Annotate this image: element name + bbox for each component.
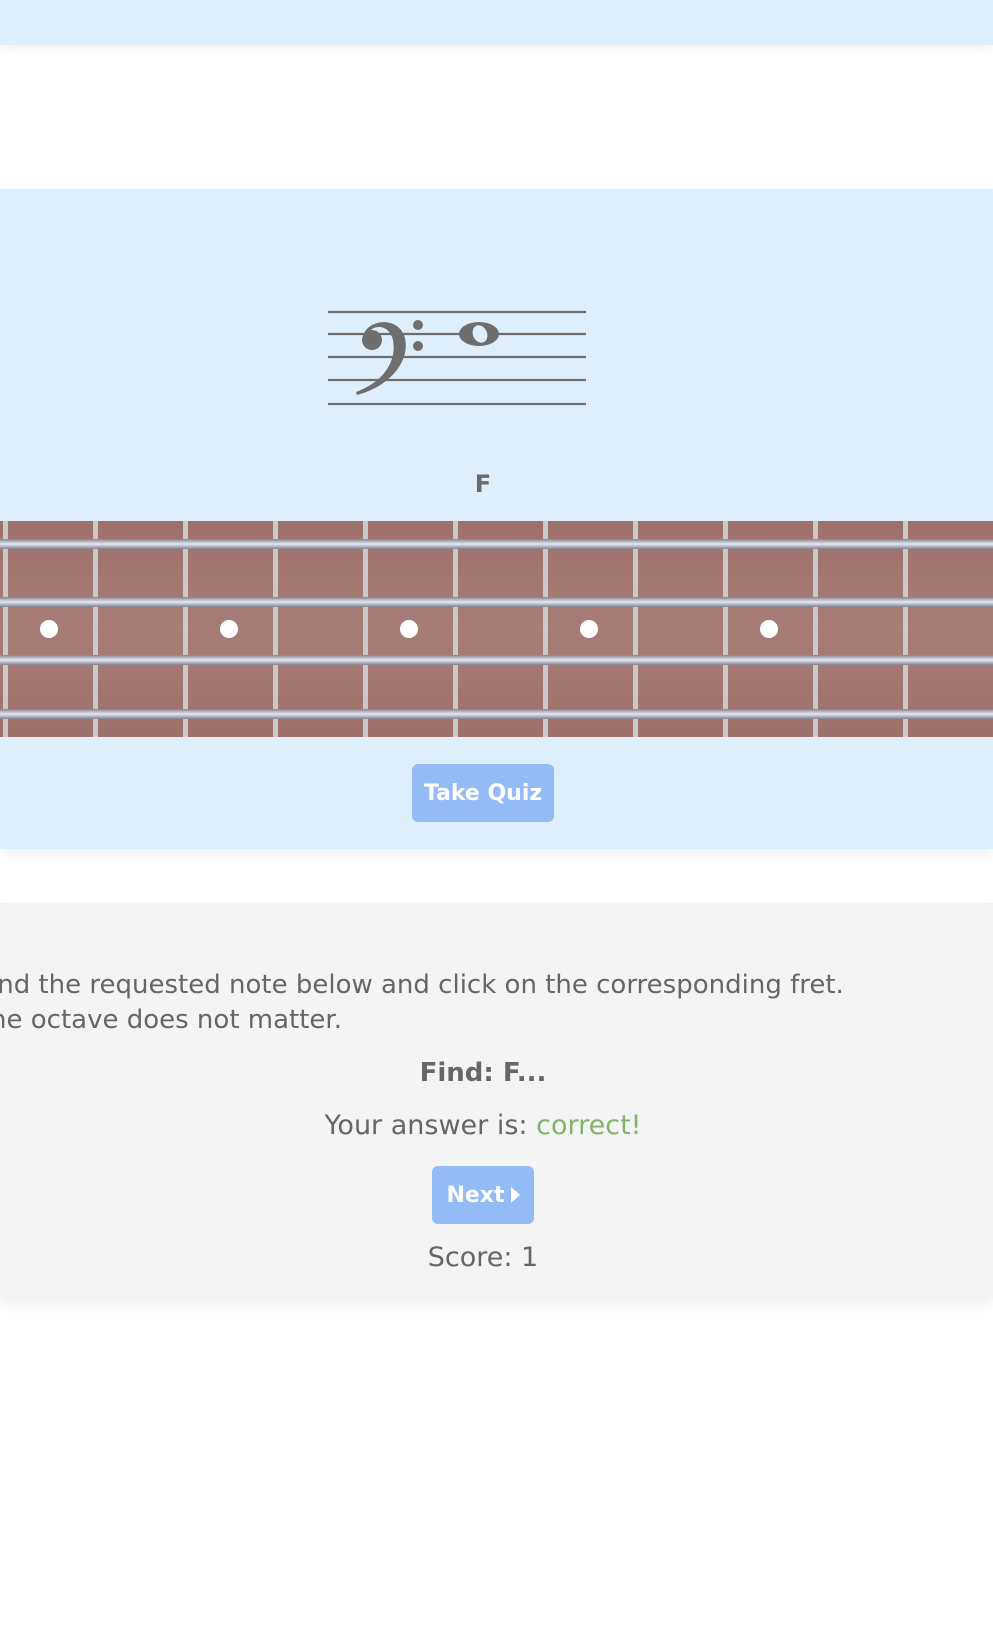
fret-wire bbox=[813, 521, 818, 737]
bass-staff bbox=[320, 300, 592, 415]
notation-panel bbox=[0, 189, 993, 849]
instruction-line: he octave does not matter. bbox=[0, 1005, 342, 1035]
inlay-dot bbox=[40, 620, 58, 638]
next-button[interactable]: Next bbox=[432, 1166, 534, 1224]
fret-wire bbox=[93, 521, 98, 737]
inlay-dot bbox=[220, 620, 238, 638]
take-quiz-button[interactable]: Take Quiz bbox=[412, 764, 554, 822]
score-label: Score: 1 bbox=[427, 1242, 539, 1273]
string[interactable] bbox=[0, 539, 993, 549]
inlay-dot bbox=[580, 620, 598, 638]
fret-wire bbox=[903, 521, 908, 737]
fret-wire bbox=[3, 521, 8, 737]
string[interactable] bbox=[0, 597, 993, 607]
caret-right-icon bbox=[510, 1187, 520, 1203]
inlay-dot bbox=[400, 620, 418, 638]
whole-note-icon bbox=[459, 322, 499, 346]
quiz-instructions: ind the requested note below and click o… bbox=[0, 968, 990, 1038]
fretboard[interactable] bbox=[0, 521, 993, 737]
fret-wire bbox=[723, 521, 728, 737]
staff-svg bbox=[328, 310, 586, 406]
fret-wire bbox=[363, 521, 368, 737]
string[interactable] bbox=[0, 709, 993, 719]
fret-wire bbox=[273, 521, 278, 737]
answer-result: correct! bbox=[536, 1110, 642, 1141]
instruction-line: ind the requested note below and click o… bbox=[0, 970, 844, 1000]
top-band bbox=[0, 0, 993, 45]
fretboard-wood bbox=[0, 521, 993, 737]
fret-wire bbox=[633, 521, 638, 737]
next-button-label: Next bbox=[446, 1182, 505, 1208]
fret-wire bbox=[543, 521, 548, 737]
fret-wire bbox=[183, 521, 188, 737]
quiz-panel bbox=[0, 903, 993, 1299]
answer-prefix: Your answer is: bbox=[324, 1110, 528, 1141]
find-prompt: Find: F... bbox=[419, 1058, 547, 1088]
inlay-dot bbox=[760, 620, 778, 638]
string[interactable] bbox=[0, 655, 993, 665]
answer-status: Your answer is: correct! bbox=[0, 1110, 966, 1141]
note-name-label: F bbox=[474, 470, 492, 498]
fretboard-svg[interactable] bbox=[0, 521, 993, 737]
fret-wire bbox=[453, 521, 458, 737]
